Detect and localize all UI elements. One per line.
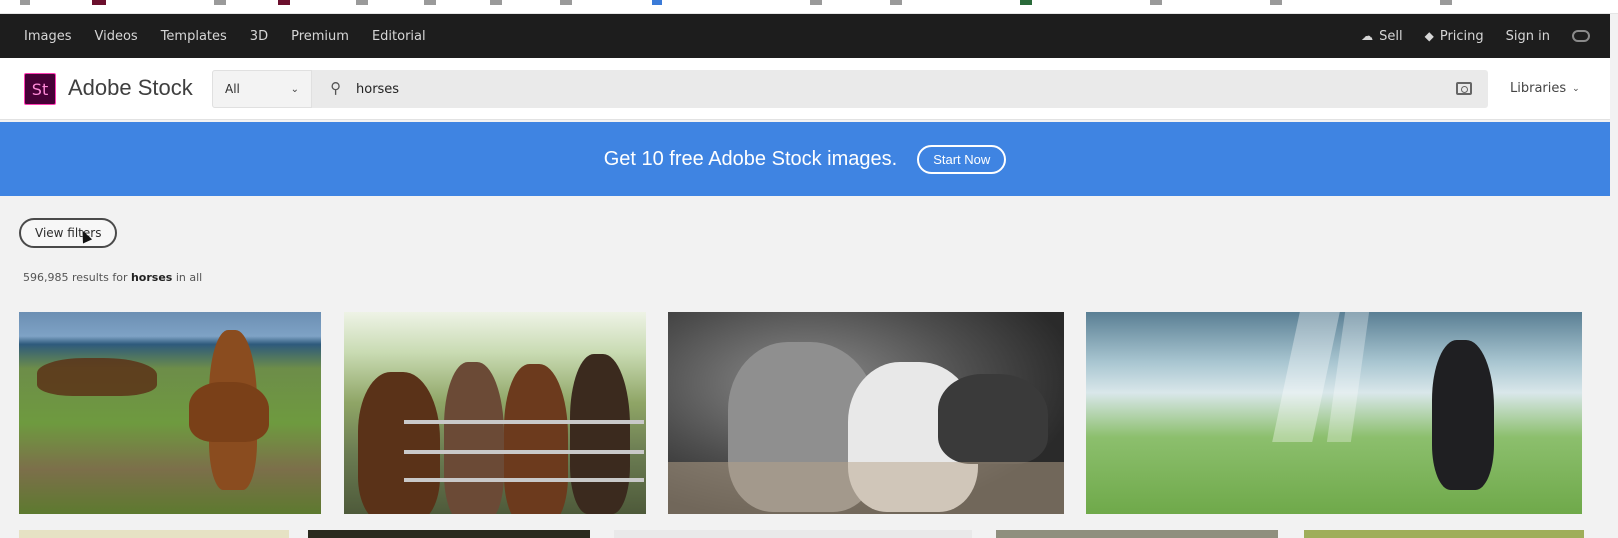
promo-banner: Get 10 free Adobe Stock images. Start No… [0, 122, 1610, 196]
image-result-2[interactable] [344, 312, 646, 514]
sign-in-link[interactable]: Sign in [1506, 29, 1550, 44]
creative-cloud-icon[interactable] [1572, 30, 1590, 42]
search-input[interactable] [356, 70, 1416, 108]
global-nav: Images Videos Templates 3D Premium Edito… [0, 14, 1610, 58]
search-icon[interactable]: ⚲ [330, 79, 341, 97]
adobe-stock-logo-icon[interactable]: St [24, 73, 56, 105]
results-mid: results for [68, 271, 131, 284]
start-now-button[interactable]: Start Now [917, 144, 1007, 174]
libraries-menu[interactable]: Libraries ⌄ [1510, 81, 1580, 96]
chevron-down-icon: ⌄ [1572, 83, 1580, 94]
logo-text[interactable]: Adobe Stock [68, 75, 193, 101]
content-type-nav: Images Videos Templates 3D Premium Edito… [0, 29, 449, 44]
image-result-row-2-preview [308, 530, 590, 538]
chevron-down-icon: ⌄ [290, 83, 299, 95]
sell-label: Sell [1379, 28, 1403, 44]
image-result-row-2-preview [614, 530, 972, 538]
image-result-row-2-preview [996, 530, 1278, 538]
pricing-label: Pricing [1439, 28, 1484, 44]
browser-bookmarks-strip [0, 0, 1618, 14]
camera-icon[interactable] [1456, 82, 1472, 95]
nav-images[interactable]: Images [24, 29, 72, 44]
nav-3d[interactable]: 3D [250, 29, 268, 44]
tag-icon: ◆ [1424, 29, 1434, 43]
cloud-upload-icon: ☁ [1361, 29, 1374, 43]
site-header: St Adobe Stock All ⌄ ⚲ Libraries ⌄ [0, 58, 1610, 120]
asset-type-select[interactable]: All ⌄ [212, 70, 312, 108]
search-bar: All ⌄ ⚲ [212, 70, 1488, 108]
nav-premium[interactable]: Premium [291, 29, 349, 44]
view-filters-button[interactable]: View filters [19, 218, 118, 248]
promo-text: Get 10 free Adobe Stock images. [603, 147, 898, 170]
image-result-row-2-preview [1304, 530, 1584, 538]
asset-type-value: All [225, 82, 240, 96]
nav-videos[interactable]: Videos [95, 29, 138, 44]
results-summary: 596,985 results for horses in all [23, 271, 202, 284]
image-result-row-2-preview [19, 530, 289, 538]
image-result-1[interactable] [19, 312, 321, 514]
account-nav: ☁ Sell ◆ Pricing Sign in [1339, 29, 1610, 44]
nav-editorial[interactable]: Editorial [372, 29, 426, 44]
results-suffix: in all [172, 271, 203, 284]
nav-templates[interactable]: Templates [161, 29, 227, 44]
image-result-4[interactable] [1086, 312, 1582, 514]
sell-link[interactable]: ☁ Sell [1361, 29, 1402, 44]
results-count: 596,985 [23, 271, 69, 284]
results-query: horses [130, 271, 173, 284]
pricing-link[interactable]: ◆ Pricing [1425, 29, 1484, 44]
libraries-label: Libraries [1510, 81, 1567, 96]
image-result-3[interactable] [668, 312, 1064, 514]
